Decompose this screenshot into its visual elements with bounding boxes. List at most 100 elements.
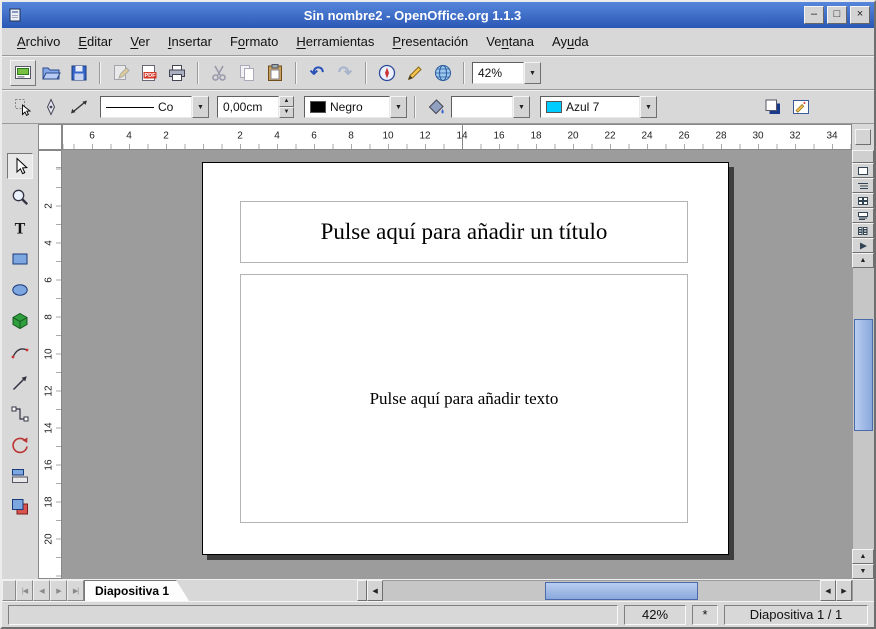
open-button[interactable] (38, 60, 64, 86)
export-pdf-button[interactable]: PDF (136, 60, 162, 86)
notes-view-button[interactable] (852, 208, 874, 223)
h-ruler-label: 22 (604, 130, 615, 141)
maximize-button[interactable]: □ (827, 6, 847, 24)
first-slide-button[interactable]: |◀ (16, 580, 33, 601)
vertical-ruler[interactable]: 2468101214161820 (38, 150, 62, 579)
fill-bucket-button[interactable] (423, 94, 449, 120)
scroll-up-button[interactable]: ▲ (852, 253, 874, 268)
slide-canvas[interactable]: Pulse aquí para añadir un título Pulse a… (62, 150, 852, 579)
arrange-tool-button[interactable] (7, 494, 33, 520)
ruler-row: 642246810121416182022242628303234 (2, 124, 874, 150)
v-ruler-label: 10 (43, 348, 54, 359)
redo-button[interactable]: ↷ (332, 60, 358, 86)
arrow-ends-button[interactable] (66, 94, 92, 120)
titlebar[interactable]: Sin nombre2 - OpenOffice.org 1.1.3 – □ × (2, 2, 874, 28)
rotate-tool-button[interactable] (7, 432, 33, 458)
slide[interactable]: Pulse aquí para añadir un título Pulse a… (202, 162, 729, 555)
vertical-scroll-thumb[interactable] (854, 319, 873, 431)
chevron-down-icon: ▼ (518, 104, 525, 111)
menu-ayuda[interactable]: Ayuda (543, 30, 598, 53)
vertical-scrollbar[interactable]: ▲ ▲ ▼ (852, 150, 874, 579)
fill-style-field[interactable] (451, 96, 513, 118)
line-width-input[interactable]: 0,00cm (217, 96, 279, 118)
menu-ventana[interactable]: Ventana (477, 30, 543, 53)
previous-slide-button[interactable]: ◀ (33, 580, 50, 601)
edit-points-button[interactable] (38, 94, 64, 120)
minimize-button[interactable]: – (804, 6, 824, 24)
print-button[interactable] (164, 60, 190, 86)
save-button[interactable] (66, 60, 92, 86)
hscroll-left-button[interactable]: ◀ (367, 580, 383, 601)
menu-editar[interactable]: Editar (69, 30, 121, 53)
slides-view-button[interactable] (852, 193, 874, 208)
curve-tool-button[interactable] (7, 339, 33, 365)
close-button[interactable]: × (850, 6, 870, 24)
tab-area-button[interactable] (2, 580, 16, 601)
select-tool-button[interactable] (10, 94, 36, 120)
text-placeholder[interactable]: Pulse aquí para añadir texto (240, 274, 688, 523)
fill-color-dropdown-button[interactable]: ▼ (640, 96, 657, 118)
connector-tool-button[interactable] (7, 401, 33, 427)
line-style-field[interactable]: Co (100, 96, 192, 118)
slideshow-view-button[interactable] (852, 238, 874, 253)
select-arrow-button[interactable] (7, 153, 33, 179)
line-color-dropdown-button[interactable]: ▼ (390, 96, 407, 118)
cut-button[interactable] (206, 60, 232, 86)
zoom-dropdown-button[interactable]: ▼ (524, 62, 541, 84)
scroll-up-button-bottom[interactable]: ▲ (852, 549, 874, 564)
paste-button[interactable] (262, 60, 288, 86)
zoom-input[interactable]: 42% (472, 62, 524, 84)
new-presentation-button[interactable] (10, 60, 36, 86)
menu-formato[interactable]: Formato (221, 30, 287, 53)
alignment-tool-button[interactable] (7, 463, 33, 489)
vertical-scroll-track[interactable] (852, 268, 874, 549)
hscroll-right-button[interactable]: ▶ (836, 580, 852, 601)
hscroll-left-button-2[interactable]: ◀ (820, 580, 836, 601)
line-width-up-button[interactable]: ▲ (279, 96, 294, 107)
fill-color-field[interactable]: Azul 7 (540, 96, 640, 118)
menu-presentación[interactable]: Presentación (383, 30, 477, 53)
objects3d-tool-button[interactable] (7, 308, 33, 334)
scroll-down-button[interactable]: ▼ (852, 564, 874, 579)
undo-button[interactable]: ↶ (304, 60, 330, 86)
line-color-field[interactable]: Negro (304, 96, 390, 118)
status-zoom-cell[interactable]: 42% (624, 605, 686, 625)
edit-button[interactable] (402, 60, 428, 86)
menu-archivo[interactable]: Archivo (8, 30, 69, 53)
menu-herramientas[interactable]: Herramientas (287, 30, 383, 53)
horizontal-ruler[interactable]: 642246810121416182022242628303234 (62, 124, 852, 150)
fill-style-dropdown-button[interactable]: ▼ (513, 96, 530, 118)
status-modified-cell[interactable]: * (692, 605, 718, 625)
line-color-value: Negro (330, 100, 363, 114)
tab-scrollbar-splitter[interactable] (357, 580, 367, 601)
h-ruler-label: 28 (715, 130, 726, 141)
zoom-tool-button[interactable] (7, 184, 33, 210)
next-slide-button[interactable]: ▶ (50, 580, 67, 601)
text-tool-button[interactable]: T (7, 215, 33, 241)
menu-ver[interactable]: Ver (121, 30, 159, 53)
menu-insertar[interactable]: Insertar (159, 30, 221, 53)
ellipse-tool-button[interactable] (7, 277, 33, 303)
shadow-button[interactable] (760, 94, 786, 120)
line-style-dropdown-button[interactable]: ▼ (192, 96, 209, 118)
tab-diapositiva-1[interactable]: Diapositiva 1 (84, 580, 189, 601)
title-placeholder[interactable]: Pulse aquí para añadir un título (240, 201, 688, 263)
handout-view-icon (858, 227, 868, 235)
navigator-button[interactable] (374, 60, 400, 86)
edit-points-icon (41, 97, 61, 117)
rectangle-tool-button[interactable] (7, 246, 33, 272)
edit-file-button[interactable] (108, 60, 134, 86)
horizontal-scroll-thumb[interactable] (545, 582, 698, 600)
last-slide-button[interactable]: ▶| (67, 580, 84, 601)
outline-view-button[interactable] (852, 178, 874, 193)
horizontal-scroll-track[interactable] (383, 580, 820, 601)
lines-arrows-tool-button[interactable] (7, 370, 33, 396)
split-handle[interactable] (852, 150, 874, 163)
presentation-styles-button[interactable] (788, 94, 814, 120)
line-width-down-button[interactable]: ▼ (279, 107, 294, 118)
drawing-view-button[interactable] (852, 163, 874, 178)
split-window-button[interactable] (855, 129, 871, 145)
hyperlink-button[interactable] (430, 60, 456, 86)
handout-view-button[interactable] (852, 223, 874, 238)
copy-button[interactable] (234, 60, 260, 86)
